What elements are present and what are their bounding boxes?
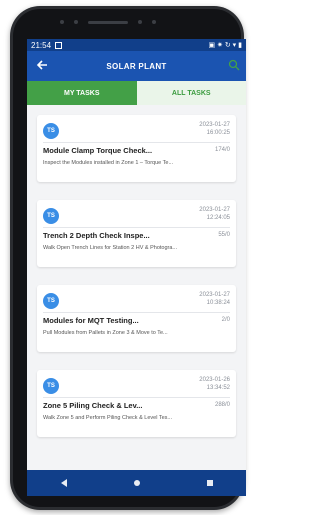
divider [43, 142, 230, 143]
search-icon[interactable] [228, 59, 240, 71]
status-time: 21:54 [31, 40, 52, 50]
tab-my-tasks[interactable]: MY TASKS [27, 81, 137, 105]
task-title: Trench 2 Depth Check Inspe... [43, 231, 150, 240]
task-count: 55/0 [218, 232, 230, 238]
task-title: Modules for MQT Testing... [43, 316, 139, 325]
home-circle-icon [133, 480, 140, 486]
notification-icon [55, 41, 63, 49]
task-count: 174/0 [214, 147, 230, 153]
task-timestamp: 2023-01-27 10:38:24 [199, 292, 230, 306]
back-arrow-icon[interactable] [35, 58, 49, 72]
task-description: Inspect the Modules installed in Zone 1 … [43, 160, 174, 166]
avatar: TS [43, 123, 59, 139]
status-icons: ▣ ✷ ↻ ▾ ▮ [208, 42, 243, 49]
system-nav-bar [27, 470, 246, 496]
task-timestamp: 2023-01-27 16:00:25 [199, 122, 230, 136]
back-triangle-icon [60, 479, 67, 487]
task-timestamp: 2023-01-27 12:24:05 [199, 207, 230, 221]
phone-frame: 21:54 ▣ ✷ ↻ ▾ ▮ SOLAR PLANT MY TASKS ALL… [10, 6, 246, 510]
app-screen: 21:54 ▣ ✷ ↻ ▾ ▮ SOLAR PLANT MY TASKS ALL… [27, 39, 246, 496]
avatar: TS [43, 293, 59, 309]
divider [43, 397, 230, 398]
avatar: TS [43, 208, 59, 224]
page-title: SOLAR PLANT [106, 61, 167, 71]
task-title: Zone 5 Piling Check & Lev... [43, 401, 143, 410]
avatar: TS [43, 378, 59, 394]
task-tabs: MY TASKS ALL TASKS [27, 81, 246, 105]
task-list: TS 2023-01-27 16:00:25 Module Clamp Torqu… [27, 105, 246, 437]
task-description: Pull Modules from Pallets in Zone 3 & Mo… [43, 330, 168, 336]
task-timestamp: 2023-01-26 13:34:52 [199, 377, 230, 391]
status-bar: 21:54 ▣ ✷ ↻ ▾ ▮ [27, 39, 246, 51]
task-card[interactable]: TS 2023-01-27 12:24:05 Trench 2 Depth Che… [37, 200, 236, 267]
nav-recents-button[interactable] [205, 478, 215, 488]
divider [43, 227, 230, 228]
task-card[interactable]: TS 2023-01-27 16:00:25 Module Clamp Torqu… [37, 115, 236, 182]
task-card[interactable]: TS 2023-01-26 13:34:52 Zone 5 Piling Chec… [37, 370, 236, 437]
divider [43, 312, 230, 313]
task-count: 2/0 [221, 317, 230, 323]
task-card[interactable]: TS 2023-01-27 10:38:24 Modules for MQT Te… [37, 285, 236, 352]
task-description: Walk Open Trench Lines for Station 2 HV … [43, 245, 178, 251]
recents-square-icon [206, 480, 213, 486]
task-description: Walk Zone 5 and Perform Piling Check & L… [43, 415, 173, 421]
nav-home-button[interactable] [132, 478, 142, 488]
tab-all-tasks[interactable]: ALL TASKS [136, 81, 246, 105]
task-count: 288/0 [214, 402, 230, 408]
phone-top-sensors [60, 18, 200, 26]
task-title: Module Clamp Torque Check... [43, 146, 153, 155]
nav-back-button[interactable] [59, 478, 69, 488]
app-bar: SOLAR PLANT [27, 51, 246, 81]
